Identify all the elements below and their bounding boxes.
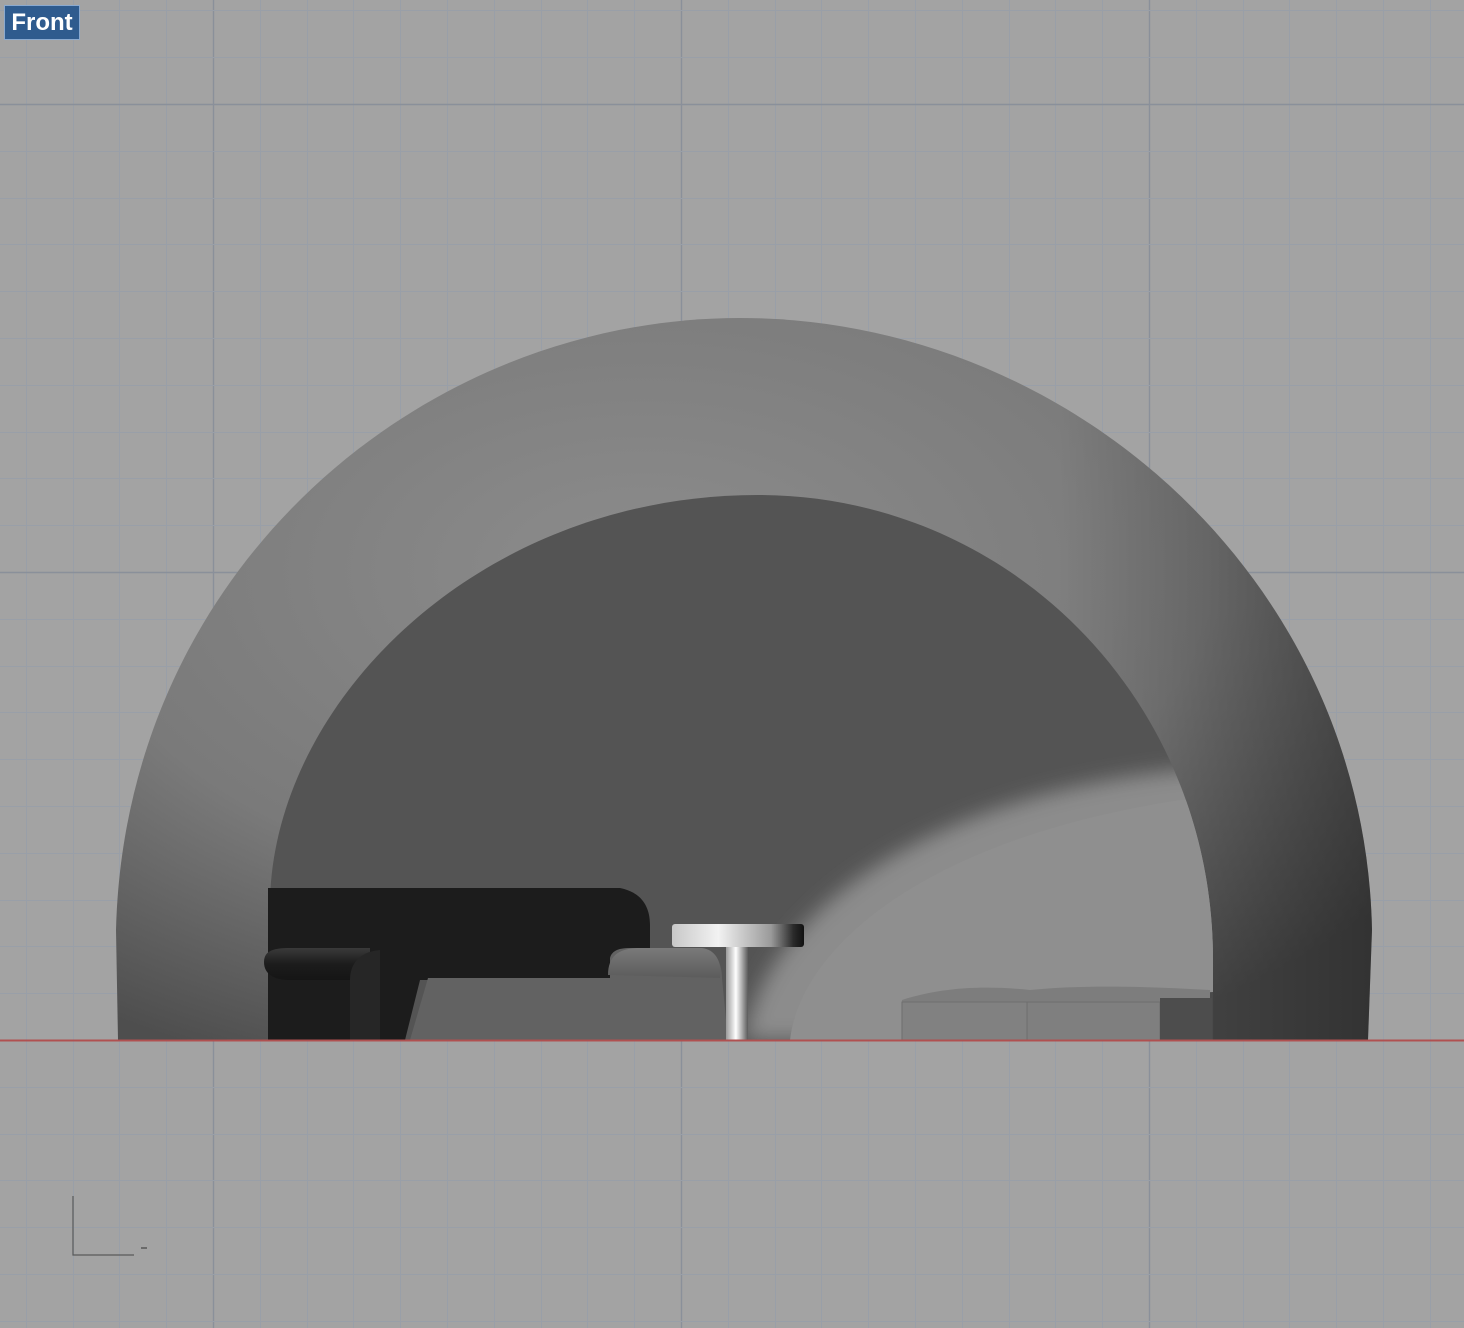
viewport-canvas[interactable] xyxy=(0,0,1464,1328)
front-viewport[interactable]: Front xyxy=(0,0,1464,1328)
floor-blocks[interactable] xyxy=(901,986,1212,1041)
world-axes-icon xyxy=(72,1196,147,1256)
viewport-title-tab[interactable]: Front xyxy=(4,5,80,40)
